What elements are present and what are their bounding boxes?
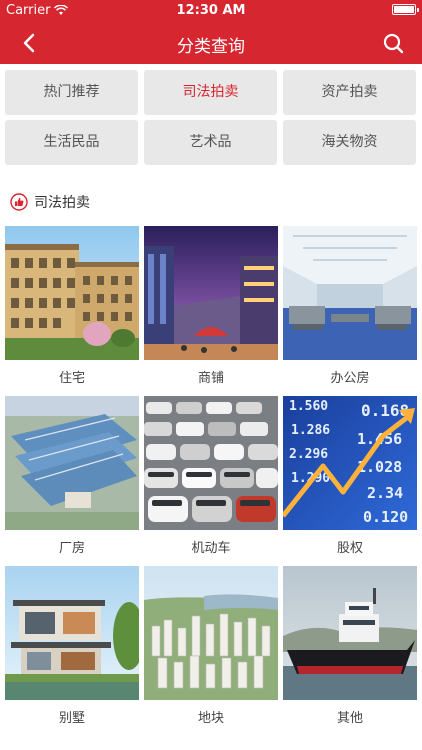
item-label: 厂房	[58, 541, 85, 556]
category-hot[interactable]: 热门推荐	[5, 70, 138, 115]
section-header: 司法拍卖	[10, 192, 90, 212]
villa-image	[5, 566, 139, 700]
item-tile-other[interactable]: 其他	[283, 566, 417, 726]
equity-image: 1.560 1.286 2.296 1.290 0.168 1.456 1.02…	[283, 396, 417, 530]
residential-image	[5, 226, 139, 360]
item-tile-shop[interactable]: 商铺	[144, 226, 278, 386]
office-image	[283, 226, 417, 360]
search-icon[interactable]	[378, 28, 408, 58]
section-title: 司法拍卖	[34, 195, 90, 211]
factory-image	[5, 396, 139, 530]
vehicles-image	[144, 396, 278, 530]
battery-icon	[392, 4, 419, 15]
item-tile-factory[interactable]: 厂房	[5, 396, 139, 556]
clock: 12:30 AM	[176, 3, 246, 18]
ship-image	[283, 566, 417, 700]
item-label: 商铺	[197, 371, 224, 386]
item-label: 办公房	[330, 371, 370, 386]
item-tile-land[interactable]: 地块	[144, 566, 278, 726]
thumbs-up-icon	[10, 193, 28, 211]
ticker-value: 2.296	[289, 447, 328, 462]
ticker-value: 0.120	[363, 508, 408, 526]
category-assets[interactable]: 资产拍卖	[283, 70, 416, 115]
item-tile-residential[interactable]: 住宅	[5, 226, 139, 386]
land-image	[144, 566, 278, 700]
category-judicial[interactable]: 司法拍卖	[144, 70, 277, 115]
ticker-value: 1.286	[291, 423, 330, 438]
nav-bar: 分类查询	[0, 20, 422, 64]
category-daily-goods[interactable]: 生活民品	[5, 120, 138, 165]
category-art[interactable]: 艺术品	[144, 120, 277, 165]
item-tile-vehicles[interactable]: 机动车	[144, 396, 278, 556]
top-bar: Carrier 12:30 AM 分类查询	[0, 0, 422, 64]
item-label: 地块	[197, 711, 224, 726]
shop-image	[144, 226, 278, 360]
category-customs[interactable]: 海关物资	[283, 120, 416, 165]
item-tile-equity[interactable]: 1.560 1.286 2.296 1.290 0.168 1.456 1.02…	[283, 396, 417, 556]
page-title: 分类查询	[177, 37, 245, 57]
item-tile-villa[interactable]: 别墅	[5, 566, 139, 726]
item-label: 股权	[336, 541, 363, 556]
ticker-value: 1.560	[289, 399, 328, 414]
item-label: 住宅	[58, 371, 85, 386]
ticker-value: 2.34	[367, 484, 403, 502]
item-tile-office[interactable]: 办公房	[283, 226, 417, 386]
item-label: 机动车	[191, 541, 231, 556]
item-label: 别墅	[58, 711, 85, 726]
item-label: 其他	[336, 711, 363, 726]
status-bar: Carrier 12:30 AM	[0, 0, 422, 20]
